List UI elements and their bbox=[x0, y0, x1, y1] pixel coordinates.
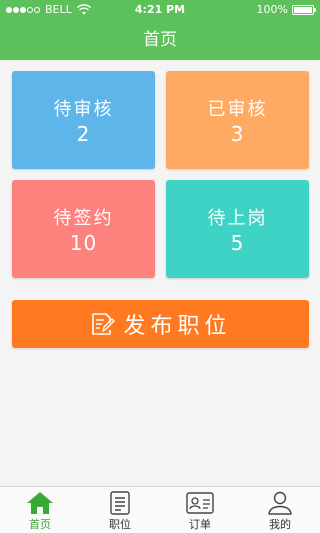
status-bar: BELL 4:21 PM 100% bbox=[0, 0, 320, 20]
tab-orders[interactable]: 订单 bbox=[160, 487, 240, 533]
tile-reviewed[interactable]: 已审核 3 bbox=[166, 71, 309, 169]
tile-pending-onboard[interactable]: 待上岗 5 bbox=[166, 180, 309, 278]
tile-count: 2 bbox=[76, 122, 91, 146]
tab-jobs[interactable]: 职位 bbox=[80, 487, 160, 533]
tab-label: 首页 bbox=[29, 518, 51, 531]
tile-label: 待审核 bbox=[53, 99, 114, 120]
user-icon bbox=[268, 491, 292, 515]
battery-icon bbox=[292, 5, 316, 15]
tile-count: 5 bbox=[230, 231, 245, 255]
tab-home[interactable]: 首页 bbox=[0, 487, 80, 533]
tab-label: 职位 bbox=[109, 518, 131, 531]
battery-percent: 100% bbox=[256, 3, 288, 16]
tile-count: 10 bbox=[69, 231, 98, 255]
tile-count: 3 bbox=[230, 122, 245, 146]
document-list-icon bbox=[110, 491, 130, 515]
edit-document-icon bbox=[92, 313, 116, 335]
tile-label: 待上岗 bbox=[207, 208, 268, 229]
bottom-tab-bar: 首页 职位 订单 我的 bbox=[0, 486, 320, 533]
tile-label: 已审核 bbox=[207, 99, 268, 120]
home-icon bbox=[27, 492, 53, 514]
app-header: BELL 4:21 PM 100% 首页 bbox=[0, 0, 320, 60]
tab-label: 订单 bbox=[189, 518, 211, 531]
status-right: 100% bbox=[256, 0, 316, 20]
tile-pending-review[interactable]: 待审核 2 bbox=[12, 71, 155, 169]
id-card-icon bbox=[186, 492, 214, 514]
page-title: 首页 bbox=[143, 30, 177, 50]
tab-label: 我的 bbox=[269, 518, 291, 531]
post-job-label: 发布职位 bbox=[123, 314, 232, 339]
tile-pending-contract[interactable]: 待签约 10 bbox=[12, 180, 155, 278]
post-job-button[interactable]: 发布职位 bbox=[12, 300, 309, 348]
tile-label: 待签约 bbox=[53, 208, 114, 229]
tab-mine[interactable]: 我的 bbox=[240, 487, 320, 533]
